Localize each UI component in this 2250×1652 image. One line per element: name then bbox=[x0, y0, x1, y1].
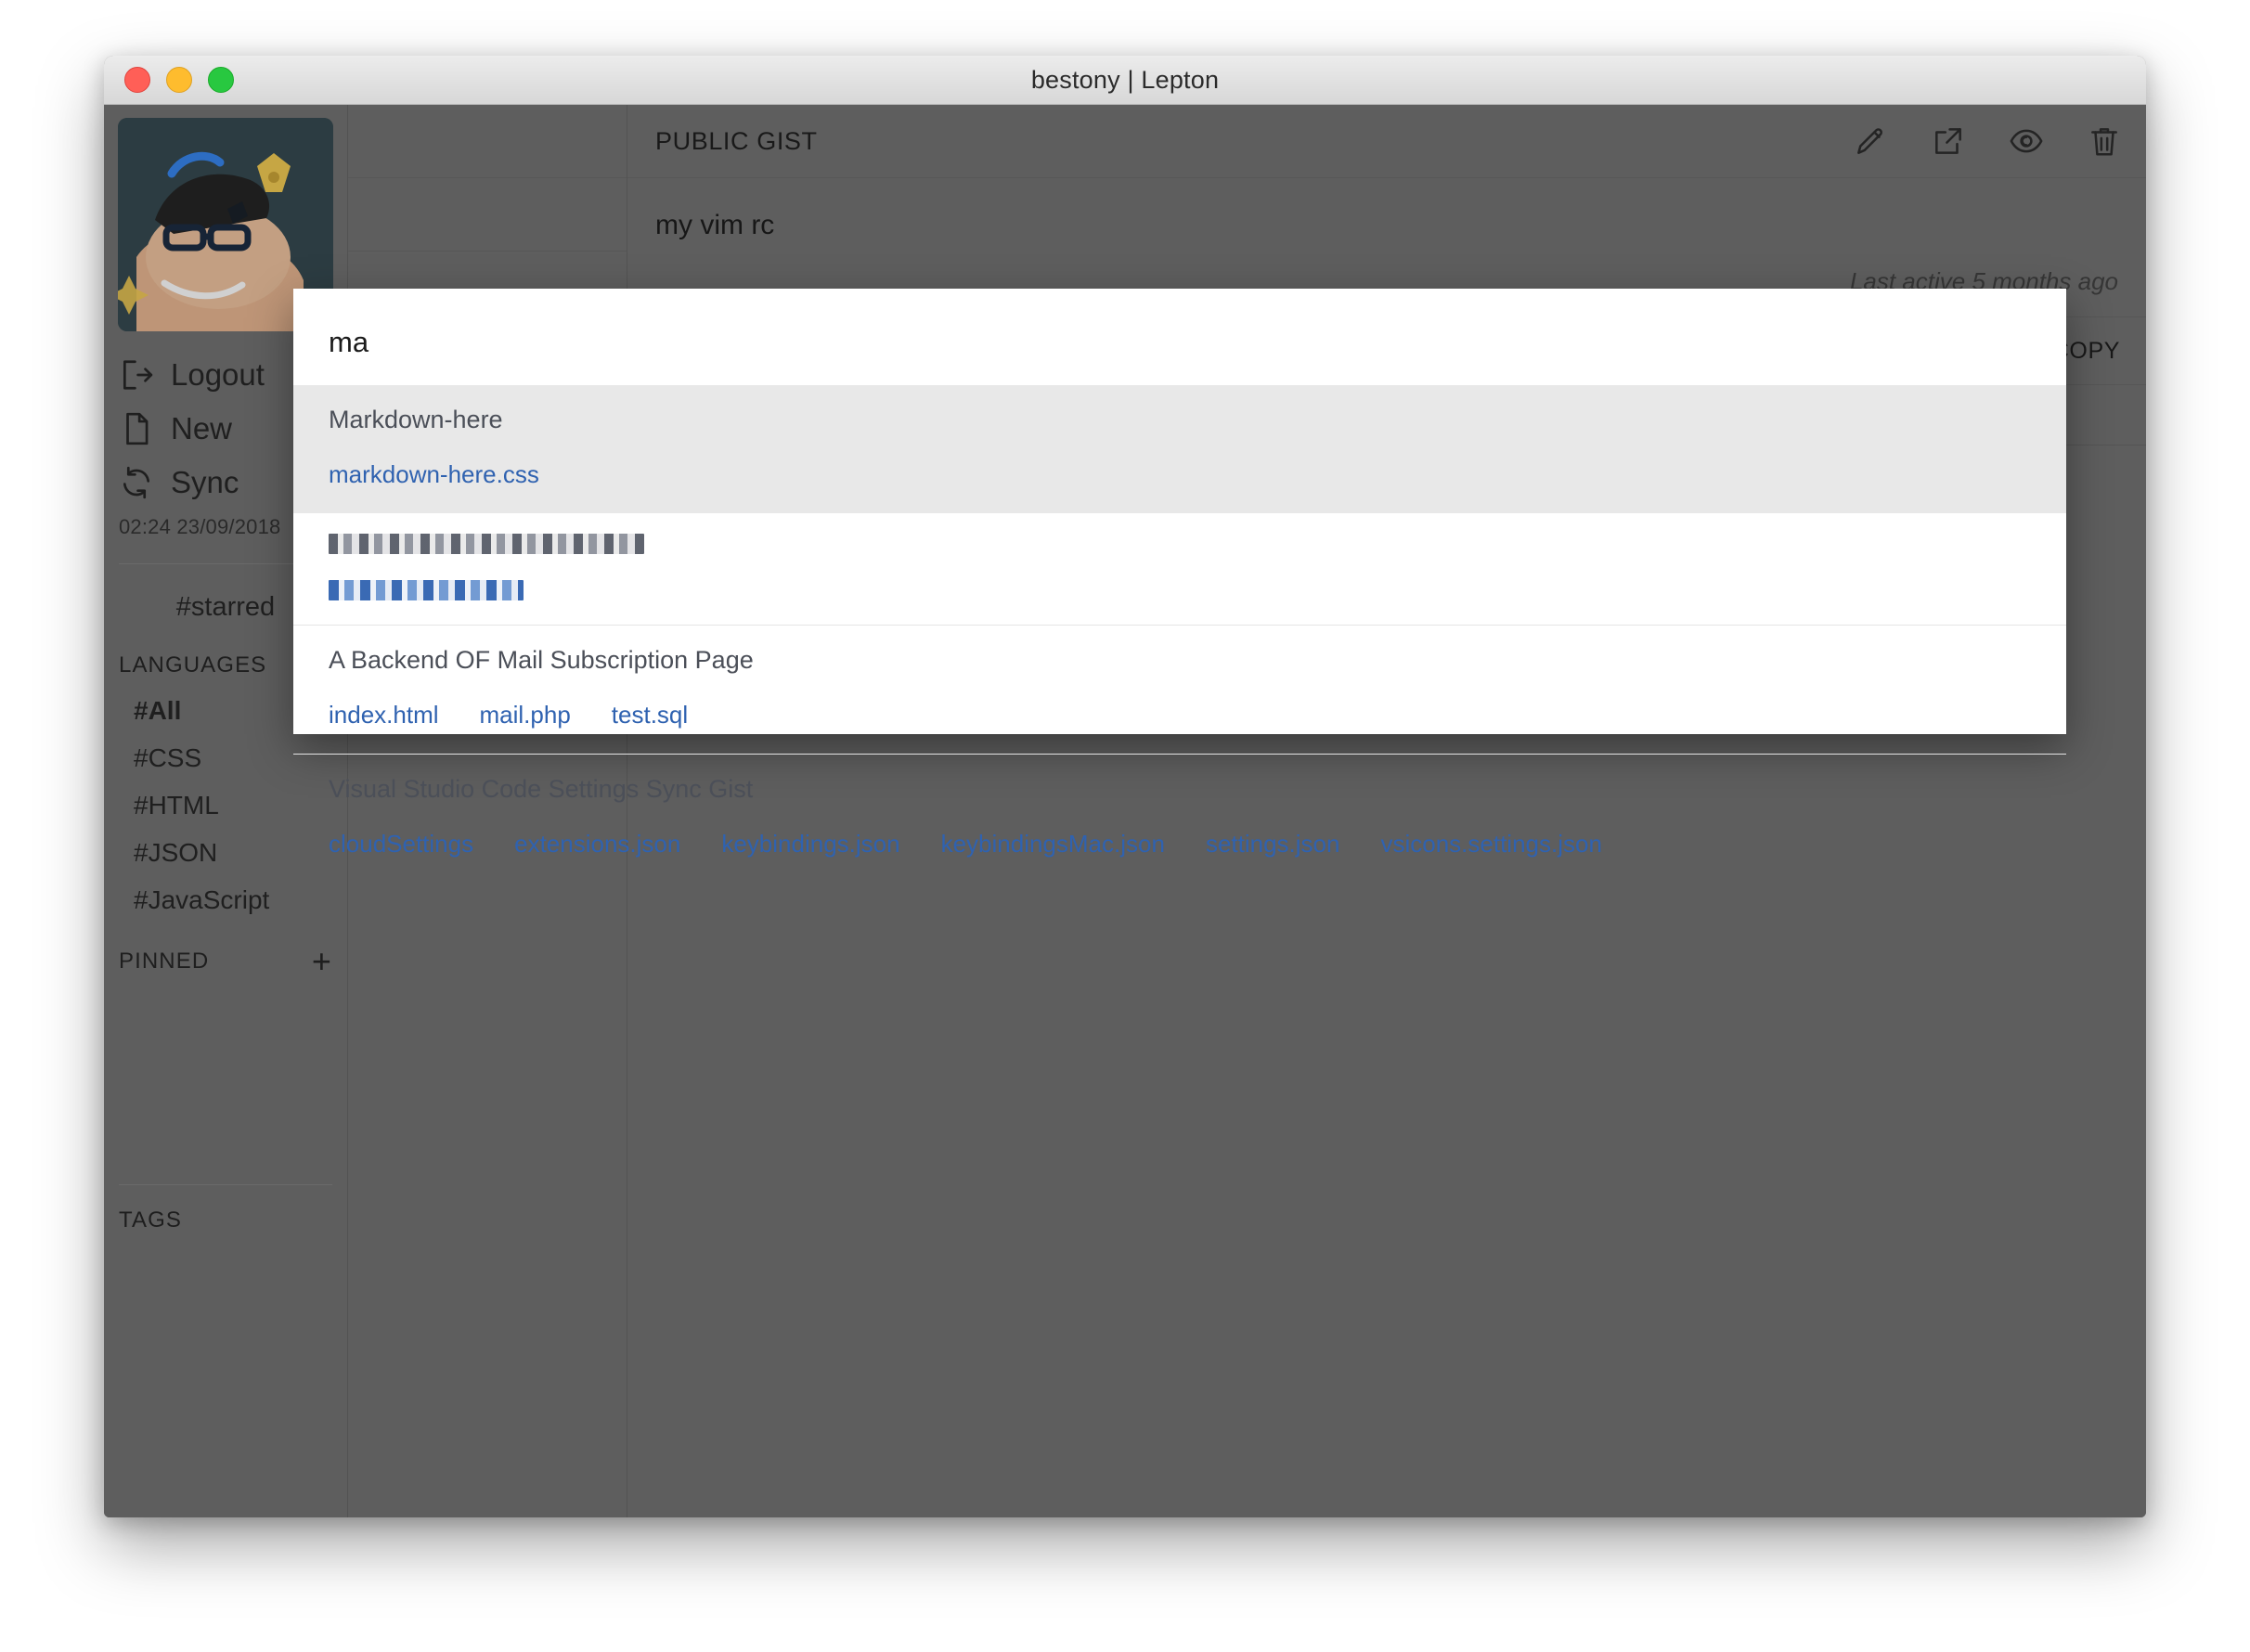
result-files: index.html mail.php test.sql bbox=[329, 701, 2031, 729]
result-file-link[interactable]: settings.json bbox=[1206, 830, 1340, 858]
redacted-result-description bbox=[329, 534, 644, 554]
result-files bbox=[329, 580, 2031, 600]
window-titlebar: bestony | Lepton bbox=[104, 56, 2146, 105]
result-file-link[interactable]: keybindingsMac.json bbox=[941, 830, 1165, 858]
result-description: Visual Studio Code Settings Sync Gist bbox=[329, 775, 2031, 804]
search-input[interactable]: ma bbox=[293, 289, 2066, 385]
redacted-result-file-link[interactable] bbox=[329, 580, 524, 600]
result-file-link[interactable]: index.html bbox=[329, 701, 439, 729]
traffic-light-buttons[interactable] bbox=[124, 67, 234, 93]
result-files: cloudSettings extensions.json keybinding… bbox=[329, 830, 2031, 858]
search-result-group[interactable]: Visual Studio Code Settings Sync Gist cl… bbox=[293, 754, 2066, 883]
result-file-link[interactable]: mail.php bbox=[480, 701, 571, 729]
result-file-link[interactable]: cloudSettings bbox=[329, 830, 473, 858]
result-file-link[interactable]: extensions.json bbox=[514, 830, 680, 858]
search-modal: ma Markdown-here markdown-here.css bbox=[293, 289, 2066, 734]
result-file-link[interactable]: keybindings.json bbox=[721, 830, 899, 858]
app-body: Logout New bbox=[104, 105, 2146, 1517]
close-window-button[interactable] bbox=[124, 67, 150, 93]
zoom-window-button[interactable] bbox=[208, 67, 234, 93]
screen: bestony | Lepton bbox=[0, 0, 2250, 1652]
app-window: bestony | Lepton bbox=[104, 56, 2146, 1517]
result-description: A Backend OF Mail Subscription Page bbox=[329, 646, 2031, 675]
search-result-group[interactable] bbox=[293, 513, 2066, 625]
result-description: Markdown-here bbox=[329, 406, 2031, 434]
search-result-group[interactable]: Markdown-here markdown-here.css bbox=[293, 385, 2066, 513]
search-result-group[interactable]: A Backend OF Mail Subscription Page inde… bbox=[293, 625, 2066, 754]
result-file-link[interactable]: vsicons.settings.json bbox=[1380, 830, 1601, 858]
minimize-window-button[interactable] bbox=[166, 67, 192, 93]
search-results: Markdown-here markdown-here.css bbox=[293, 385, 2066, 883]
result-file-link[interactable]: markdown-here.css bbox=[329, 460, 539, 489]
result-files: markdown-here.css bbox=[329, 460, 2031, 489]
window-title: bestony | Lepton bbox=[104, 66, 2146, 95]
result-file-link[interactable]: test.sql bbox=[612, 701, 688, 729]
